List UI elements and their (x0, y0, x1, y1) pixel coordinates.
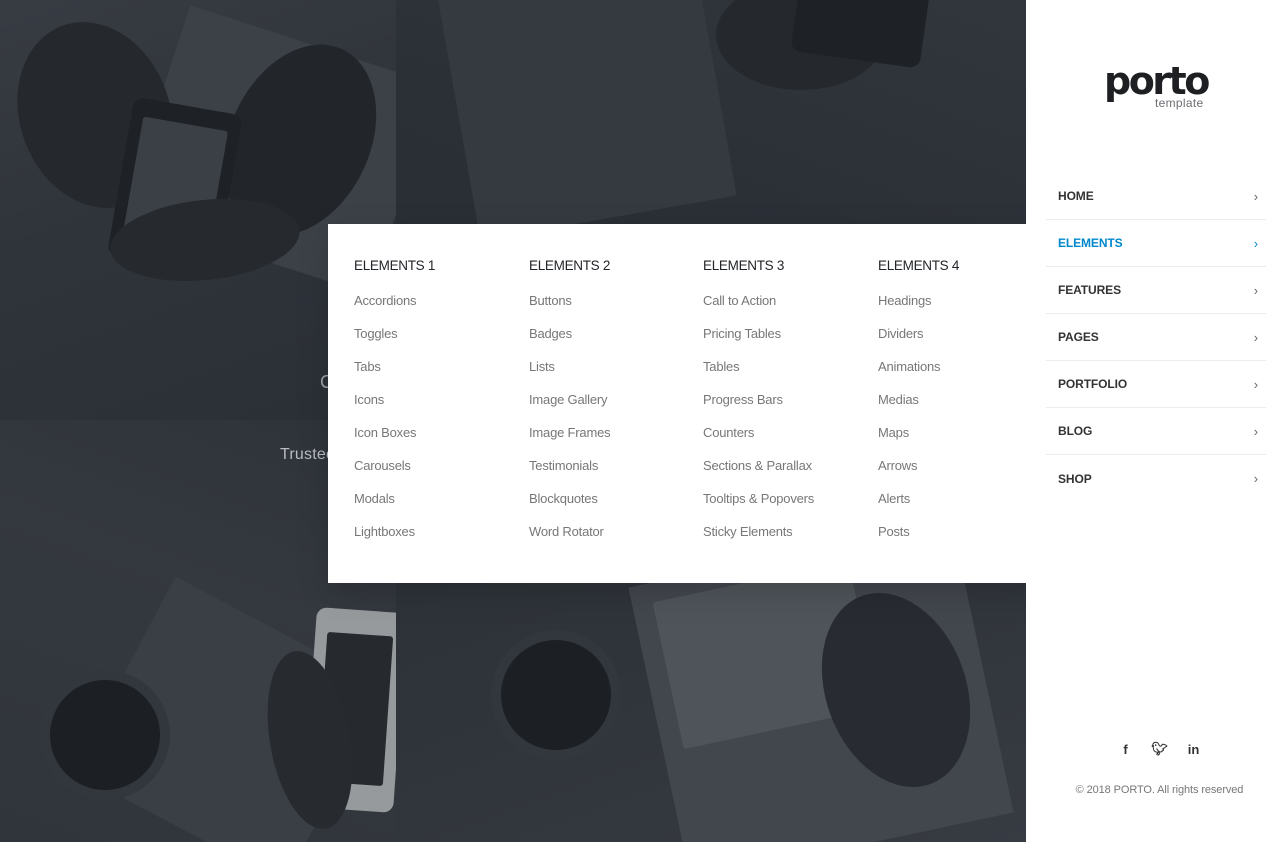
nav-item-pages[interactable]: PAGES › (1046, 314, 1266, 361)
mega-menu-link[interactable]: Tabs (354, 360, 524, 393)
mega-menu-link[interactable]: Arrows (878, 459, 1048, 492)
mega-menu-link[interactable]: Image Gallery (529, 393, 699, 426)
chevron-right-icon: › (1253, 423, 1258, 439)
mega-menu-link[interactable]: Carousels (354, 459, 524, 492)
mega-menu-link[interactable]: Testimonials (529, 459, 699, 492)
logo-subtitle: template (1155, 96, 1204, 110)
mega-menu-link[interactable]: Blockquotes (529, 492, 699, 525)
nav-item-features[interactable]: FEATURES › (1046, 267, 1266, 314)
side-header: porto template HOME › ELEMENTS › FEATURES › PA… (1026, 0, 1281, 842)
nav-item-label: HOME (1058, 189, 1094, 203)
nav-item-home[interactable]: HOME › (1046, 173, 1266, 220)
twitter-icon[interactable]: 🐦︎ (1151, 740, 1168, 758)
mega-menu-link[interactable]: Animations (878, 360, 1048, 393)
chevron-right-icon: › (1253, 188, 1258, 204)
nav-item-blog[interactable]: BLOG › (1046, 408, 1266, 455)
mega-menu-link[interactable]: Toggles (354, 327, 524, 360)
mega-menu-link[interactable]: Badges (529, 327, 699, 360)
mega-menu-link[interactable]: Lists (529, 360, 699, 393)
chevron-right-icon: › (1253, 329, 1258, 345)
mega-menu-link[interactable]: Buttons (529, 294, 699, 327)
copyright-text: © 2018 PORTO. All rights reserved (1075, 784, 1244, 796)
linkedin-icon[interactable]: in (1186, 740, 1202, 758)
nav-item-portfolio[interactable]: PORTFOLIO › (1046, 361, 1266, 408)
chevron-right-icon: › (1253, 235, 1258, 251)
facebook-icon[interactable]: f (1118, 740, 1134, 758)
mega-menu-column: ELEMENTS 3 Call to Action Pricing Tables Ta… (703, 258, 873, 558)
mega-menu-link[interactable]: Maps (878, 426, 1048, 459)
nav-item-label: PORTFOLIO (1058, 377, 1128, 391)
chevron-right-icon: › (1253, 282, 1258, 298)
main-nav: HOME › ELEMENTS › FEATURES › PAGES › PORTFOLIO › B… (1046, 173, 1266, 502)
mega-menu-link[interactable]: Accordions (354, 294, 524, 327)
nav-item-label: PAGES (1058, 330, 1099, 344)
mega-menu-link[interactable]: Tooltips & Popovers (703, 492, 873, 525)
porto-logo[interactable]: porto template (1104, 58, 1214, 114)
mega-menu-column: ELEMENTS 4 Headings Dividers Animations Medi… (878, 258, 1048, 558)
mega-menu-link[interactable]: Lightboxes (354, 525, 524, 558)
mega-menu-column-title: ELEMENTS 1 (354, 258, 436, 273)
mega-menu-link[interactable]: Icon Boxes (354, 426, 524, 459)
nav-item-shop[interactable]: SHOP › (1046, 455, 1266, 502)
mega-menu-link[interactable]: Image Frames (529, 426, 699, 459)
mega-menu-column-title: ELEMENTS 4 (878, 258, 960, 273)
mega-menu-link[interactable]: Counters (703, 426, 873, 459)
elements-mega-menu: ELEMENTS 1 Accordions Toggles Tabs Icons Icon… (328, 224, 1048, 583)
mega-menu-link[interactable]: Call to Action (703, 294, 873, 327)
mega-menu-link[interactable]: Alerts (878, 492, 1048, 525)
mega-menu-link[interactable]: Progress Bars (703, 393, 873, 426)
hero-tagline: Trustec (280, 446, 335, 463)
nav-item-elements[interactable]: ELEMENTS › (1046, 220, 1266, 267)
mega-menu-link[interactable]: Pricing Tables (703, 327, 873, 360)
nav-item-label: ELEMENTS (1058, 236, 1123, 250)
mega-menu-link[interactable]: Medias (878, 393, 1048, 426)
mega-menu-column-title: ELEMENTS 3 (703, 258, 785, 273)
mega-menu-column: ELEMENTS 1 Accordions Toggles Tabs Icons Icon… (354, 258, 524, 558)
social-icons: f 🐦︎ in (1026, 740, 1281, 758)
mega-menu-link[interactable]: Sections & Parallax (703, 459, 873, 492)
mega-menu-link[interactable]: Dividers (878, 327, 1048, 360)
mega-menu-link[interactable]: Sticky Elements (703, 525, 873, 558)
nav-item-label: SHOP (1058, 471, 1092, 486)
mega-menu-link[interactable]: Posts (878, 525, 1048, 558)
mega-menu-column-title: ELEMENTS 2 (529, 258, 611, 273)
chevron-right-icon: › (1253, 376, 1258, 392)
mega-menu-link[interactable]: Word Rotator (529, 525, 699, 558)
mega-menu-column: ELEMENTS 2 Buttons Badges Lists Image Galler… (529, 258, 699, 558)
mega-menu-link[interactable]: Icons (354, 393, 524, 426)
mega-menu-link[interactable]: Headings (878, 294, 1048, 327)
mega-menu-link[interactable]: Tables (703, 360, 873, 393)
mega-menu-link[interactable]: Modals (354, 492, 524, 525)
nav-item-label: FEATURES (1058, 283, 1121, 297)
nav-item-label: BLOG (1058, 424, 1093, 438)
chevron-right-icon: › (1253, 471, 1258, 486)
